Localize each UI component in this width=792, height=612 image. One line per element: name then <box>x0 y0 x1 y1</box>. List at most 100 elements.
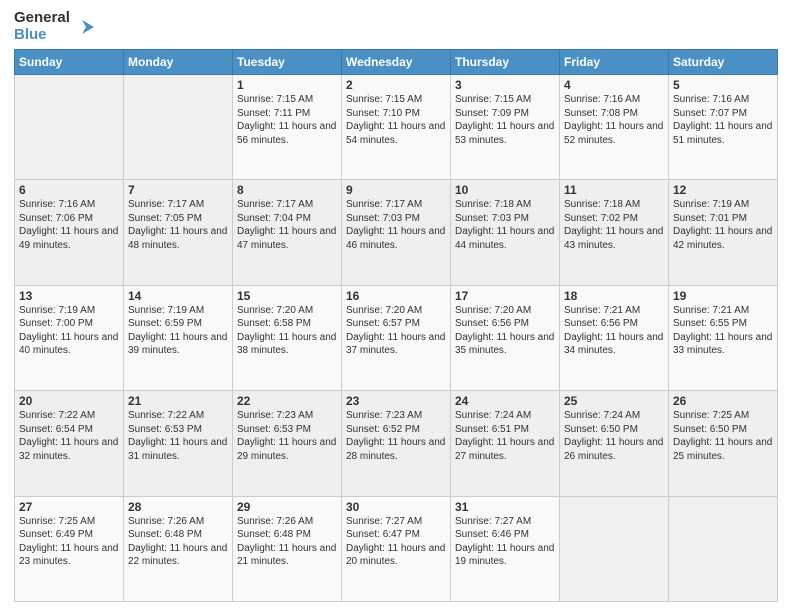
day-info: Sunrise: 7:25 AM Sunset: 6:49 PM Dayligh… <box>19 515 119 569</box>
day-info: Sunrise: 7:19 AM Sunset: 7:01 PM Dayligh… <box>673 198 773 252</box>
calendar-cell: 11Sunrise: 7:18 AM Sunset: 7:02 PM Dayli… <box>560 180 669 285</box>
day-number: 20 <box>19 394 119 408</box>
weekday-header-wednesday: Wednesday <box>342 50 451 75</box>
calendar-week-3: 13Sunrise: 7:19 AM Sunset: 7:00 PM Dayli… <box>15 285 778 390</box>
day-info: Sunrise: 7:22 AM Sunset: 6:54 PM Dayligh… <box>19 409 119 463</box>
day-info: Sunrise: 7:16 AM Sunset: 7:07 PM Dayligh… <box>673 93 773 147</box>
weekday-header-saturday: Saturday <box>669 50 778 75</box>
day-info: Sunrise: 7:24 AM Sunset: 6:50 PM Dayligh… <box>564 409 664 463</box>
calendar-cell: 26Sunrise: 7:25 AM Sunset: 6:50 PM Dayli… <box>669 391 778 496</box>
calendar-cell: 29Sunrise: 7:26 AM Sunset: 6:48 PM Dayli… <box>233 496 342 601</box>
day-number: 29 <box>237 500 337 514</box>
calendar-cell: 13Sunrise: 7:19 AM Sunset: 7:00 PM Dayli… <box>15 285 124 390</box>
calendar-cell <box>560 496 669 601</box>
calendar-cell: 27Sunrise: 7:25 AM Sunset: 6:49 PM Dayli… <box>15 496 124 601</box>
logo-bird-icon <box>72 16 94 38</box>
day-info: Sunrise: 7:22 AM Sunset: 6:53 PM Dayligh… <box>128 409 228 463</box>
day-number: 5 <box>673 78 773 92</box>
logo-blue: Blue <box>14 27 70 44</box>
calendar-cell <box>124 75 233 180</box>
calendar-week-5: 27Sunrise: 7:25 AM Sunset: 6:49 PM Dayli… <box>15 496 778 601</box>
day-info: Sunrise: 7:18 AM Sunset: 7:02 PM Dayligh… <box>564 198 664 252</box>
calendar-week-2: 6Sunrise: 7:16 AM Sunset: 7:06 PM Daylig… <box>15 180 778 285</box>
logo-text: General Blue <box>14 10 94 43</box>
day-number: 7 <box>128 183 228 197</box>
day-info: Sunrise: 7:15 AM Sunset: 7:10 PM Dayligh… <box>346 93 446 147</box>
day-info: Sunrise: 7:25 AM Sunset: 6:50 PM Dayligh… <box>673 409 773 463</box>
day-info: Sunrise: 7:15 AM Sunset: 7:09 PM Dayligh… <box>455 93 555 147</box>
calendar-cell: 31Sunrise: 7:27 AM Sunset: 6:46 PM Dayli… <box>451 496 560 601</box>
calendar-cell: 28Sunrise: 7:26 AM Sunset: 6:48 PM Dayli… <box>124 496 233 601</box>
day-number: 28 <box>128 500 228 514</box>
day-number: 2 <box>346 78 446 92</box>
day-number: 4 <box>564 78 664 92</box>
calendar-cell: 21Sunrise: 7:22 AM Sunset: 6:53 PM Dayli… <box>124 391 233 496</box>
day-info: Sunrise: 7:15 AM Sunset: 7:11 PM Dayligh… <box>237 93 337 147</box>
day-number: 19 <box>673 289 773 303</box>
day-number: 18 <box>564 289 664 303</box>
day-number: 24 <box>455 394 555 408</box>
calendar-cell: 19Sunrise: 7:21 AM Sunset: 6:55 PM Dayli… <box>669 285 778 390</box>
day-number: 26 <box>673 394 773 408</box>
calendar-cell: 10Sunrise: 7:18 AM Sunset: 7:03 PM Dayli… <box>451 180 560 285</box>
calendar-cell: 9Sunrise: 7:17 AM Sunset: 7:03 PM Daylig… <box>342 180 451 285</box>
calendar-cell: 8Sunrise: 7:17 AM Sunset: 7:04 PM Daylig… <box>233 180 342 285</box>
day-number: 1 <box>237 78 337 92</box>
day-number: 17 <box>455 289 555 303</box>
day-number: 27 <box>19 500 119 514</box>
calendar-cell: 1Sunrise: 7:15 AM Sunset: 7:11 PM Daylig… <box>233 75 342 180</box>
calendar-week-1: 1Sunrise: 7:15 AM Sunset: 7:11 PM Daylig… <box>15 75 778 180</box>
day-info: Sunrise: 7:17 AM Sunset: 7:03 PM Dayligh… <box>346 198 446 252</box>
calendar-cell: 20Sunrise: 7:22 AM Sunset: 6:54 PM Dayli… <box>15 391 124 496</box>
calendar-cell: 16Sunrise: 7:20 AM Sunset: 6:57 PM Dayli… <box>342 285 451 390</box>
day-info: Sunrise: 7:23 AM Sunset: 6:53 PM Dayligh… <box>237 409 337 463</box>
weekday-header-tuesday: Tuesday <box>233 50 342 75</box>
day-info: Sunrise: 7:23 AM Sunset: 6:52 PM Dayligh… <box>346 409 446 463</box>
day-info: Sunrise: 7:19 AM Sunset: 7:00 PM Dayligh… <box>19 304 119 358</box>
day-number: 10 <box>455 183 555 197</box>
calendar-cell: 2Sunrise: 7:15 AM Sunset: 7:10 PM Daylig… <box>342 75 451 180</box>
day-info: Sunrise: 7:27 AM Sunset: 6:46 PM Dayligh… <box>455 515 555 569</box>
weekday-header-sunday: Sunday <box>15 50 124 75</box>
day-info: Sunrise: 7:20 AM Sunset: 6:56 PM Dayligh… <box>455 304 555 358</box>
day-number: 12 <box>673 183 773 197</box>
day-number: 3 <box>455 78 555 92</box>
day-info: Sunrise: 7:19 AM Sunset: 6:59 PM Dayligh… <box>128 304 228 358</box>
calendar-cell: 24Sunrise: 7:24 AM Sunset: 6:51 PM Dayli… <box>451 391 560 496</box>
day-number: 23 <box>346 394 446 408</box>
weekday-header-monday: Monday <box>124 50 233 75</box>
day-number: 22 <box>237 394 337 408</box>
day-info: Sunrise: 7:20 AM Sunset: 6:58 PM Dayligh… <box>237 304 337 358</box>
day-number: 11 <box>564 183 664 197</box>
weekday-header-thursday: Thursday <box>451 50 560 75</box>
day-number: 31 <box>455 500 555 514</box>
day-info: Sunrise: 7:27 AM Sunset: 6:47 PM Dayligh… <box>346 515 446 569</box>
day-number: 21 <box>128 394 228 408</box>
calendar-cell: 22Sunrise: 7:23 AM Sunset: 6:53 PM Dayli… <box>233 391 342 496</box>
day-number: 25 <box>564 394 664 408</box>
day-info: Sunrise: 7:21 AM Sunset: 6:55 PM Dayligh… <box>673 304 773 358</box>
day-info: Sunrise: 7:26 AM Sunset: 6:48 PM Dayligh… <box>128 515 228 569</box>
calendar-cell: 14Sunrise: 7:19 AM Sunset: 6:59 PM Dayli… <box>124 285 233 390</box>
day-number: 30 <box>346 500 446 514</box>
calendar-cell <box>15 75 124 180</box>
calendar-week-4: 20Sunrise: 7:22 AM Sunset: 6:54 PM Dayli… <box>15 391 778 496</box>
day-number: 15 <box>237 289 337 303</box>
day-info: Sunrise: 7:24 AM Sunset: 6:51 PM Dayligh… <box>455 409 555 463</box>
day-info: Sunrise: 7:26 AM Sunset: 6:48 PM Dayligh… <box>237 515 337 569</box>
weekday-header-row: SundayMondayTuesdayWednesdayThursdayFrid… <box>15 50 778 75</box>
calendar-cell: 12Sunrise: 7:19 AM Sunset: 7:01 PM Dayli… <box>669 180 778 285</box>
calendar-cell: 18Sunrise: 7:21 AM Sunset: 6:56 PM Dayli… <box>560 285 669 390</box>
calendar-cell <box>669 496 778 601</box>
day-info: Sunrise: 7:16 AM Sunset: 7:08 PM Dayligh… <box>564 93 664 147</box>
day-number: 8 <box>237 183 337 197</box>
day-info: Sunrise: 7:17 AM Sunset: 7:04 PM Dayligh… <box>237 198 337 252</box>
calendar-cell: 6Sunrise: 7:16 AM Sunset: 7:06 PM Daylig… <box>15 180 124 285</box>
day-number: 6 <box>19 183 119 197</box>
calendar-cell: 4Sunrise: 7:16 AM Sunset: 7:08 PM Daylig… <box>560 75 669 180</box>
calendar-cell: 30Sunrise: 7:27 AM Sunset: 6:47 PM Dayli… <box>342 496 451 601</box>
calendar-cell: 25Sunrise: 7:24 AM Sunset: 6:50 PM Dayli… <box>560 391 669 496</box>
page-header: General Blue <box>14 10 778 43</box>
calendar-cell: 17Sunrise: 7:20 AM Sunset: 6:56 PM Dayli… <box>451 285 560 390</box>
day-info: Sunrise: 7:18 AM Sunset: 7:03 PM Dayligh… <box>455 198 555 252</box>
